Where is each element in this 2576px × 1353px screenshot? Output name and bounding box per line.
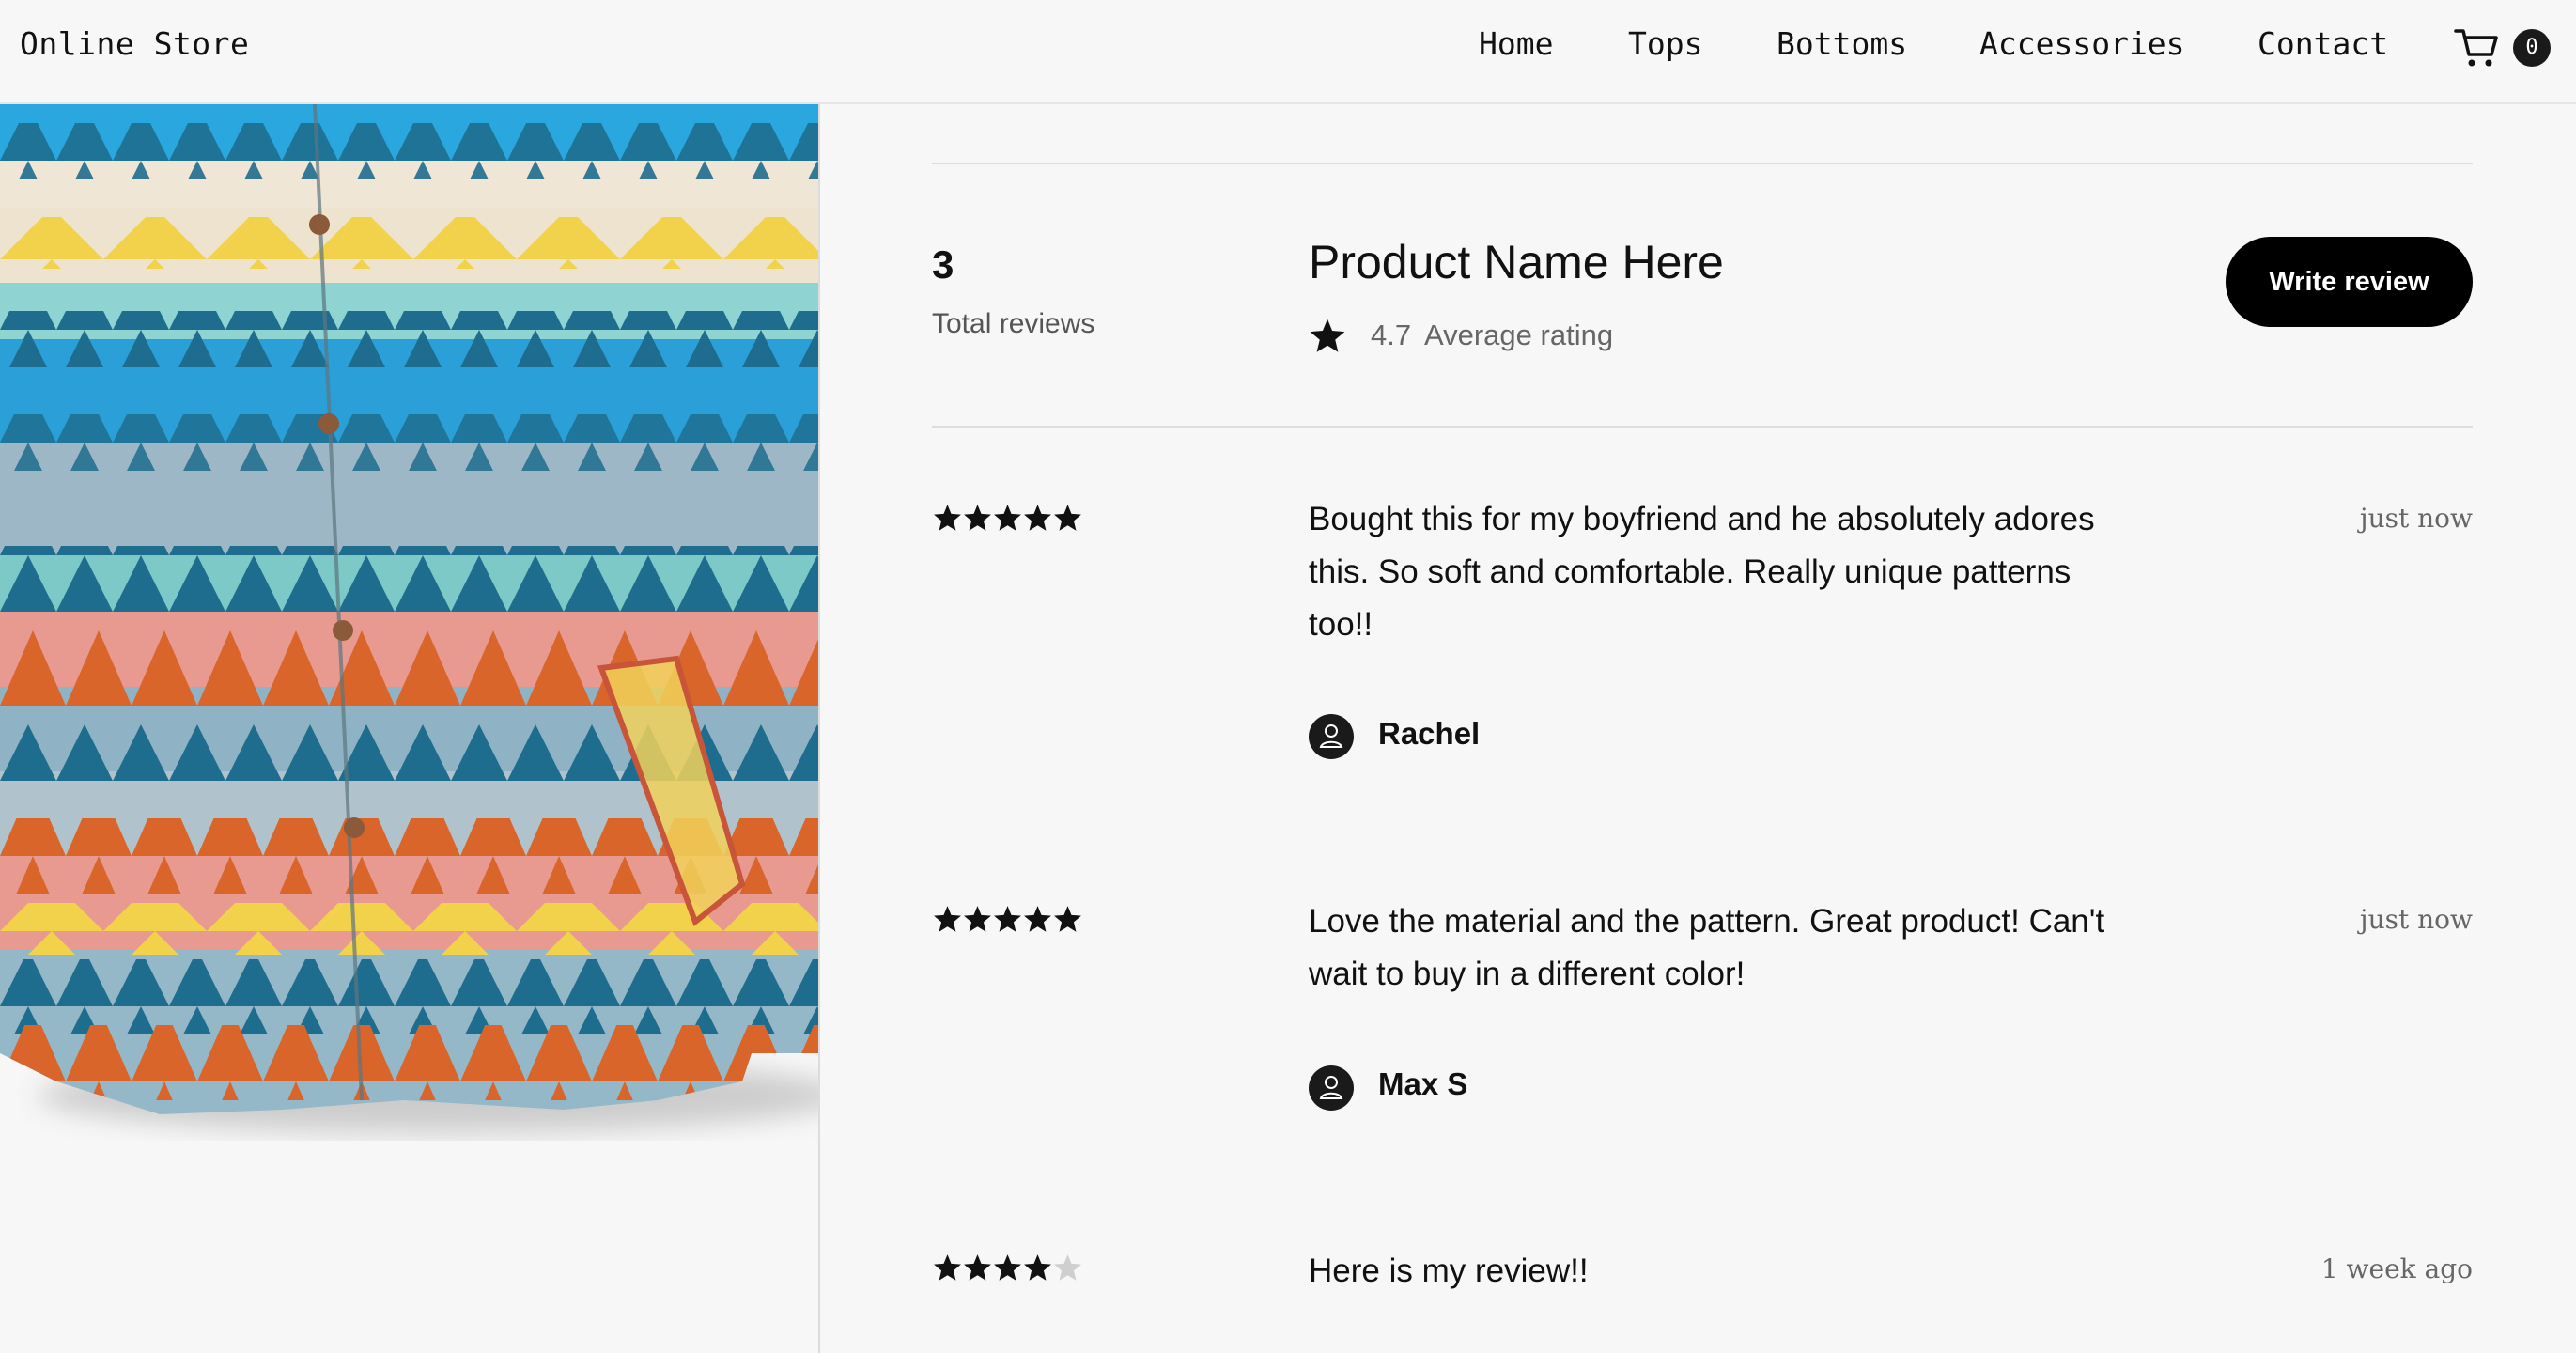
product-name: Product Name Here (1309, 236, 1724, 288)
review-stars (932, 1252, 1082, 1284)
star-filled-icon (1024, 505, 1051, 531)
star-empty-icon (1054, 1254, 1081, 1281)
nav-contact[interactable]: Contact (2258, 25, 2388, 62)
review-date: 1 week ago (2320, 1253, 2473, 1284)
review-text: Bought this for my boyfriend and he abso… (1309, 501, 2095, 643)
star-filled-icon (994, 505, 1021, 531)
nav-accessories[interactable]: Accessories (1979, 25, 2185, 62)
star-filled-icon (1054, 505, 1081, 531)
star-filled-icon (994, 906, 1021, 932)
review-author: Max S (1378, 1066, 1468, 1101)
divider-top (932, 163, 2473, 164)
nav-bottoms[interactable]: Bottoms (1777, 25, 1907, 62)
star-filled-icon (934, 1254, 961, 1281)
star-filled-icon (1024, 1254, 1051, 1281)
user-icon (1319, 1076, 1343, 1099)
divider-summary (932, 426, 2473, 428)
average-rating-label: Average rating (1424, 319, 1614, 351)
review-stars (932, 503, 1082, 535)
avatar (1309, 1065, 1354, 1111)
panel-divider (818, 104, 820, 1353)
cart-icon (2454, 29, 2498, 67)
review-stars (932, 904, 1082, 936)
star-filled-icon (994, 1254, 1021, 1281)
nav-home[interactable]: Home (1479, 25, 1553, 62)
star-filled-icon (1054, 906, 1081, 932)
average-rating-value: 4.7 (1371, 319, 1412, 351)
total-reviews-count: 3 (932, 242, 954, 287)
site-header: Online Store Home Tops Bottoms Accessori… (0, 0, 2576, 104)
nav-tops[interactable]: Tops (1628, 25, 1702, 62)
star-filled-icon (1024, 906, 1051, 932)
review-text: Here is my review!! (1309, 1252, 1589, 1289)
star-icon (1310, 319, 1345, 352)
user-icon (1319, 724, 1343, 748)
main-nav: Home Tops Bottoms Accessories Contact (0, 25, 2576, 72)
star-filled-icon (934, 906, 961, 932)
review-text: Love the material and the pattern. Great… (1309, 903, 2105, 992)
avatar (1309, 714, 1354, 759)
review-date: just now (2359, 503, 2473, 534)
star-filled-icon (964, 1254, 991, 1281)
star-filled-icon (964, 906, 991, 932)
cart-button[interactable] (2454, 26, 2501, 70)
total-reviews-label: Total reviews (932, 308, 1095, 339)
cart-count-badge: 0 (2513, 29, 2551, 67)
star-filled-icon (964, 505, 991, 531)
product-image (0, 104, 818, 1353)
star-filled-icon (934, 505, 961, 531)
write-review-button[interactable]: Write review (2226, 237, 2473, 327)
review-author: Rachel (1378, 716, 1481, 751)
review-date: just now (2359, 904, 2473, 935)
